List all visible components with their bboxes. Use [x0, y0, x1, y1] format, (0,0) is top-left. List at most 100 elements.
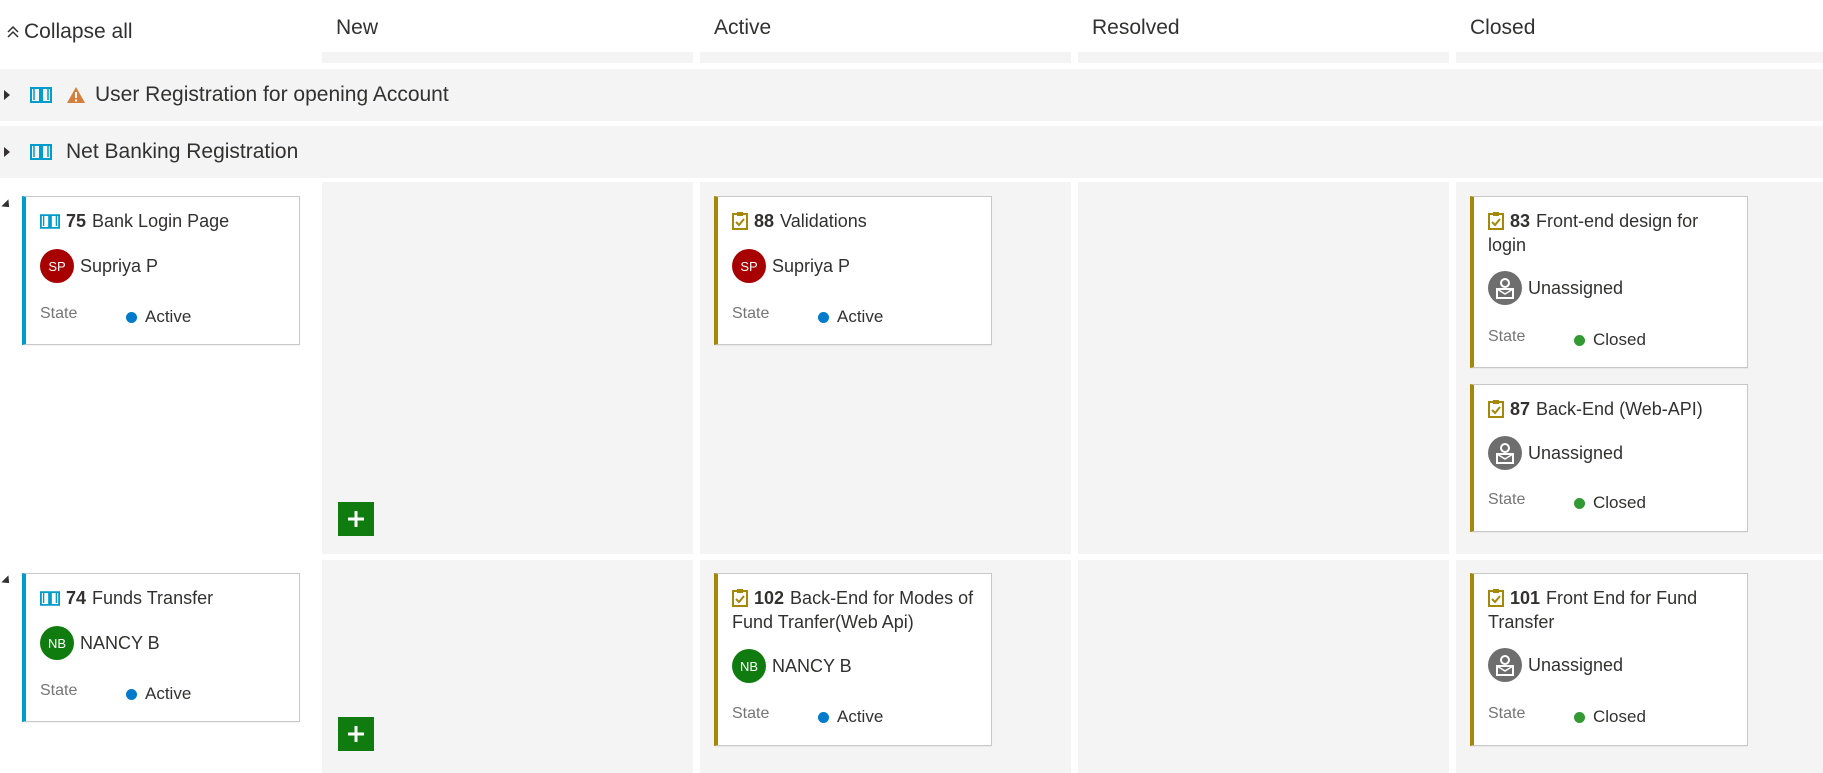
- work-item-card[interactable]: 88 Validations SP Supriya P State Active: [714, 196, 992, 345]
- expand-arrow-icon[interactable]: [4, 147, 10, 157]
- assignee[interactable]: NB NANCY B: [40, 626, 160, 660]
- column-divider-resolved: [1078, 52, 1449, 63]
- assignee[interactable]: NB NANCY B: [732, 649, 852, 683]
- swimlane-title: Net Banking Registration: [66, 140, 299, 163]
- clipboard-check-icon: [732, 212, 748, 230]
- add-child-button[interactable]: [338, 502, 374, 536]
- lane2-cell-new: [322, 560, 693, 773]
- state-label: State: [1488, 491, 1526, 508]
- card-title: 88 Validations: [732, 209, 981, 233]
- swimlane-header-user-registration[interactable]: User Registration for opening Account: [0, 69, 1823, 121]
- state-field[interactable]: Closed: [1574, 493, 1646, 513]
- state-label: State: [40, 682, 78, 699]
- clipboard-check-icon: [1488, 589, 1504, 607]
- card-title: 74 Funds Transfer: [40, 586, 289, 610]
- collapse-arrow-icon[interactable]: [1, 199, 13, 211]
- card-title: 87 Back-End (Web-API): [1488, 397, 1737, 421]
- swimlane-title: User Registration for opening Account: [95, 83, 449, 106]
- column-header-active: Active: [714, 16, 772, 39]
- work-item-id[interactable]: 88: [754, 211, 774, 231]
- work-item-title[interactable]: Validations: [780, 211, 867, 231]
- state-value: Closed: [1593, 493, 1646, 512]
- state-value: Closed: [1593, 707, 1646, 726]
- lane2-cell-resolved: [1078, 560, 1449, 773]
- work-item-card[interactable]: 87 Back-End (Web-API) Unassigned State Cl…: [1470, 384, 1748, 532]
- state-dot-icon: [1574, 497, 1585, 509]
- clipboard-check-icon: [1488, 400, 1504, 418]
- book-icon: [30, 87, 52, 103]
- work-item-id[interactable]: 102: [754, 588, 784, 608]
- double-chevron-up-icon: [7, 25, 19, 38]
- collapse-all-button[interactable]: Collapse all: [6, 20, 133, 44]
- state-value: Active: [145, 307, 192, 326]
- work-item-card[interactable]: 102 Back-End for Modes of Fund Tranfer(We…: [714, 573, 992, 746]
- card-title: 101 Front End for Fund Transfer: [1488, 586, 1737, 634]
- state-value: Active: [837, 707, 884, 726]
- state-field[interactable]: Closed: [1574, 330, 1646, 350]
- state-dot-icon: [126, 311, 137, 323]
- column-header-resolved: Resolved: [1092, 16, 1180, 39]
- assignee[interactable]: Unassigned: [1488, 648, 1623, 682]
- work-item-card[interactable]: 74 Funds Transfer NB NANCY B State Active: [22, 573, 300, 722]
- assignee[interactable]: SP Supriya P: [40, 249, 158, 283]
- column-divider-new: [322, 52, 693, 63]
- work-item-id[interactable]: 75: [66, 211, 86, 231]
- work-item-title[interactable]: Funds Transfer: [92, 588, 213, 608]
- avatar: SP: [40, 249, 74, 283]
- unassigned-person-icon: [1488, 436, 1522, 470]
- plus-icon: [348, 726, 364, 742]
- assignee[interactable]: Unassigned: [1488, 271, 1623, 305]
- book-icon: [40, 214, 60, 229]
- assignee-name: Supriya P: [80, 255, 159, 276]
- assignee-name: Unassigned: [1528, 654, 1624, 675]
- work-item-id[interactable]: 83: [1510, 211, 1530, 231]
- state-field[interactable]: Closed: [1574, 707, 1646, 727]
- state-label: State: [40, 305, 78, 322]
- column-divider-active: [700, 52, 1071, 63]
- avatar: NB: [40, 626, 74, 660]
- state-label: State: [732, 305, 770, 322]
- assignee-name: NANCY B: [772, 655, 852, 676]
- state-label: State: [1488, 328, 1526, 345]
- column-divider-closed: [1456, 52, 1823, 63]
- work-item-card[interactable]: 101 Front End for Fund Transfer Unassigne…: [1470, 573, 1748, 746]
- state-value: Active: [145, 684, 192, 703]
- avatar: NB: [732, 649, 766, 683]
- collapse-all-label: Collapse all: [24, 20, 133, 43]
- work-item-title[interactable]: Bank Login Page: [92, 211, 229, 231]
- state-field[interactable]: Active: [818, 707, 883, 727]
- unassigned-person-icon: [1488, 271, 1522, 305]
- work-item-id[interactable]: 101: [1510, 588, 1540, 608]
- state-dot-icon: [126, 688, 137, 700]
- assignee-name: Supriya P: [772, 255, 851, 276]
- work-item-title[interactable]: Back-End (Web-API): [1536, 399, 1703, 419]
- state-value: Active: [837, 307, 884, 326]
- add-child-button[interactable]: [338, 717, 374, 751]
- state-field[interactable]: Active: [126, 307, 191, 327]
- state-label: State: [1488, 705, 1526, 722]
- work-item-id[interactable]: 87: [1510, 399, 1530, 419]
- swimlane-header-net-banking[interactable]: Net Banking Registration: [0, 126, 1823, 178]
- state-dot-icon: [818, 711, 829, 723]
- avatar: SP: [732, 249, 766, 283]
- state-dot-icon: [818, 311, 829, 323]
- collapse-arrow-icon[interactable]: [1, 575, 13, 587]
- expand-arrow-icon[interactable]: [4, 90, 10, 100]
- work-item-card[interactable]: 83 Front-end design for login Unassigned …: [1470, 196, 1748, 368]
- clipboard-check-icon: [732, 589, 748, 607]
- column-header-new: New: [336, 16, 379, 39]
- work-item-card[interactable]: 75 Bank Login Page SP Supriya P State Act…: [22, 196, 300, 345]
- assignee[interactable]: Unassigned: [1488, 436, 1623, 470]
- state-field[interactable]: Active: [126, 684, 191, 704]
- card-title: 102 Back-End for Modes of Fund Tranfer(We…: [732, 586, 981, 634]
- unassigned-person-icon: [1488, 648, 1522, 682]
- assignee[interactable]: SP Supriya P: [732, 249, 850, 283]
- clipboard-check-icon: [1488, 212, 1504, 230]
- plus-icon: [348, 511, 364, 527]
- card-title: 83 Front-end design for login: [1488, 209, 1737, 257]
- work-item-id[interactable]: 74: [66, 588, 86, 608]
- state-field[interactable]: Active: [818, 307, 883, 327]
- lane1-cell-resolved: [1078, 182, 1449, 554]
- state-dot-icon: [1574, 711, 1585, 723]
- warning-triangle-icon: [67, 87, 85, 103]
